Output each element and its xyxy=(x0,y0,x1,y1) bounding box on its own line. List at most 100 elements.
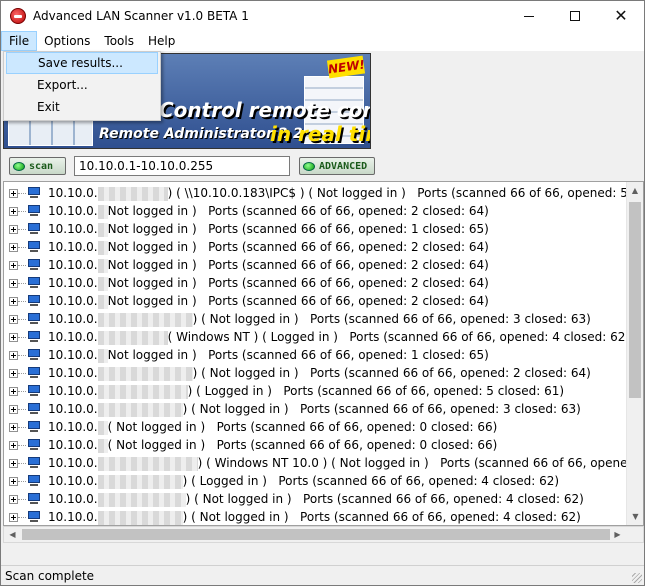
expand-icon[interactable] xyxy=(9,225,18,234)
advanced-button[interactable]: ADVANCED xyxy=(299,157,375,175)
computer-icon xyxy=(27,439,41,451)
expand-icon[interactable] xyxy=(9,279,18,288)
expand-icon[interactable] xyxy=(9,423,18,432)
host-row-text: 10.10.0.) ( Windows NT 10.0 ) ( Not logg… xyxy=(48,456,643,471)
scan-button-label: scan xyxy=(29,160,54,172)
minimize-icon xyxy=(524,15,534,17)
horizontal-scroll-thumb[interactable] xyxy=(22,529,610,540)
host-row[interactable]: 10.10.0.) ( Logged in ) Ports (scanned 6… xyxy=(4,383,626,401)
computer-icon xyxy=(27,331,41,343)
host-details: ) ( Not logged in ) Ports (scanned 66 of… xyxy=(182,510,581,524)
expand-icon[interactable] xyxy=(9,207,18,216)
minimize-button[interactable] xyxy=(506,1,552,31)
host-tree[interactable]: 10.10.0.) ( \\10.10.0.183\IPC$ ) ( Not l… xyxy=(3,181,644,526)
host-row[interactable]: 10.10.0. Not logged in ) Ports (scanned 6… xyxy=(4,347,626,365)
host-row[interactable]: 10.10.0. Not logged in ) Ports (scanned 6… xyxy=(4,203,626,221)
expand-icon[interactable] xyxy=(9,441,18,450)
host-ip: 10.10.0. xyxy=(48,384,98,398)
expand-icon[interactable] xyxy=(9,351,18,360)
menu-help[interactable]: Help xyxy=(141,31,182,51)
scroll-left-icon[interactable]: ◀ xyxy=(4,527,21,542)
host-details: Not logged in ) Ports (scanned 66 of 66,… xyxy=(107,222,489,236)
expand-icon[interactable] xyxy=(9,405,18,414)
host-row[interactable]: 10.10.0.) ( Not logged in ) Ports (scann… xyxy=(4,509,626,525)
menu-item-save-results[interactable]: Save results... xyxy=(6,52,158,74)
host-row[interactable]: 10.10.0. ( Not logged in ) Ports (scanned… xyxy=(4,419,626,437)
redacted-hostname xyxy=(97,258,108,273)
expand-icon[interactable] xyxy=(9,513,18,522)
expand-icon[interactable] xyxy=(9,189,18,198)
computer-icon xyxy=(27,349,41,361)
close-button[interactable]: ✕ xyxy=(598,1,644,31)
host-row-text: 10.10.0. Not logged in ) Ports (scanned 6… xyxy=(48,276,489,291)
host-row[interactable]: 10.10.0. ( Windows NT ) ( Logged in ) Por… xyxy=(4,329,630,347)
redacted-hostname xyxy=(97,456,198,471)
host-row[interactable]: 10.10.0. ( Not logged in ) Ports (scanned… xyxy=(4,437,626,455)
expand-icon[interactable] xyxy=(9,495,18,504)
host-ip: 10.10.0. xyxy=(48,258,98,272)
host-row[interactable]: 10.10.0.) ( Logged in ) Ports (scanned 6… xyxy=(4,473,626,491)
title-bar[interactable]: Advanced LAN Scanner v1.0 BETA 1 ✕ xyxy=(1,1,644,31)
maximize-button[interactable] xyxy=(552,1,598,31)
menu-tools[interactable]: Tools xyxy=(97,31,141,51)
menu-item-export[interactable]: Export... xyxy=(4,74,160,96)
host-row[interactable]: 10.10.0. Not logged in ) Ports (scanned 6… xyxy=(4,293,626,311)
host-details: Not logged in ) Ports (scanned 66 of 66,… xyxy=(107,204,489,218)
expand-icon[interactable] xyxy=(9,297,18,306)
computer-icon xyxy=(27,511,41,523)
host-row[interactable]: 10.10.0.) ( Windows NT 10.0 ) ( Not logg… xyxy=(4,455,639,473)
host-row[interactable]: 10.10.0.) ( \\10.10.0.183\IPC$ ) ( Not l… xyxy=(4,185,643,203)
host-row-text: 10.10.0.) ( Not logged in ) Ports (scann… xyxy=(48,402,581,417)
expand-icon[interactable] xyxy=(9,459,18,468)
host-row[interactable]: 10.10.0.) ( Not logged in ) Ports (scann… xyxy=(4,491,626,509)
host-row-text: 10.10.0. ( Windows NT ) ( Logged in ) Por… xyxy=(48,330,630,345)
expand-icon[interactable] xyxy=(9,387,18,396)
host-details: Not logged in ) Ports (scanned 66 of 66,… xyxy=(107,294,489,308)
vertical-scroll-thumb[interactable] xyxy=(629,202,641,398)
host-ip: 10.10.0. xyxy=(48,294,98,308)
host-ip: 10.10.0. xyxy=(48,438,98,452)
close-icon: ✕ xyxy=(614,6,628,25)
expand-icon[interactable] xyxy=(9,243,18,252)
tree-connector xyxy=(18,517,26,518)
computer-icon xyxy=(27,187,41,199)
resize-grip-icon[interactable] xyxy=(632,573,642,583)
host-details: ( Not logged in ) Ports (scanned 66 of 6… xyxy=(107,420,498,434)
scan-button[interactable]: scan xyxy=(9,157,66,175)
host-row[interactable]: 10.10.0. Not logged in ) Ports (scanned 6… xyxy=(4,257,626,275)
horizontal-scrollbar[interactable]: ◀ ▶ xyxy=(3,526,644,543)
host-row-text: 10.10.0. Not logged in ) Ports (scanned 6… xyxy=(48,204,489,219)
scroll-down-icon[interactable]: ▼ xyxy=(627,508,643,525)
host-row[interactable]: 10.10.0.) ( Not logged in ) Ports (scann… xyxy=(4,311,626,329)
scroll-right-icon[interactable]: ▶ xyxy=(609,527,626,542)
expand-icon[interactable] xyxy=(9,333,18,342)
host-row[interactable]: 10.10.0. Not logged in ) Ports (scanned 6… xyxy=(4,239,626,257)
host-details: Not logged in ) Ports (scanned 66 of 66,… xyxy=(107,348,489,362)
banner-headline: Control remote computers xyxy=(159,98,370,122)
vertical-scrollbar[interactable]: ▲ ▼ xyxy=(626,182,643,525)
host-details: Not logged in ) Ports (scanned 66 of 66,… xyxy=(107,258,489,272)
expand-icon[interactable] xyxy=(9,261,18,270)
menu-item-exit[interactable]: Exit xyxy=(4,96,160,118)
redacted-hostname xyxy=(97,294,108,309)
expand-icon[interactable] xyxy=(9,477,18,486)
host-ip: 10.10.0. xyxy=(48,348,98,362)
host-details: Not logged in ) Ports (scanned 66 of 66,… xyxy=(107,240,489,254)
tree-connector xyxy=(18,427,26,428)
host-row[interactable]: 10.10.0. Not logged in ) Ports (scanned 6… xyxy=(4,275,626,293)
menu-file[interactable]: File xyxy=(1,31,38,51)
redacted-hostname xyxy=(97,204,108,219)
expand-icon[interactable] xyxy=(9,315,18,324)
host-row[interactable]: 10.10.0.) ( Not logged in ) Ports (scann… xyxy=(4,401,626,419)
host-row-text: 10.10.0. Not logged in ) Ports (scanned 6… xyxy=(48,240,489,255)
redacted-hostname xyxy=(97,312,193,327)
menu-options[interactable]: Options xyxy=(37,31,97,51)
tree-connector xyxy=(18,283,26,284)
expand-icon[interactable] xyxy=(9,369,18,378)
host-row[interactable]: 10.10.0.) ( Not logged in ) Ports (scann… xyxy=(4,365,626,383)
tree-connector xyxy=(18,445,26,446)
ip-range-input[interactable] xyxy=(74,156,290,176)
host-row[interactable]: 10.10.0. Not logged in ) Ports (scanned 6… xyxy=(4,221,626,239)
app-icon[interactable] xyxy=(10,8,26,24)
scroll-up-icon[interactable]: ▲ xyxy=(627,182,643,199)
